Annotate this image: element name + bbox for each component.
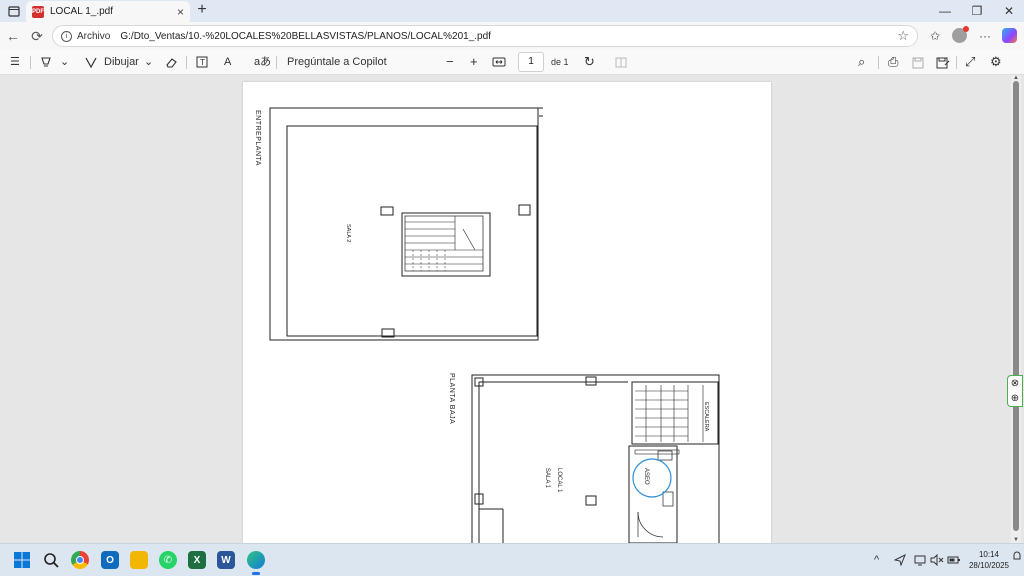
scrollbar-thumb[interactable]: [1013, 81, 1019, 531]
clock-time: 10:14: [978, 550, 1000, 559]
back-button[interactable]: ←: [4, 27, 22, 45]
tab-local-pdf[interactable]: PDF LOCAL 1_.pdf ×: [26, 1, 190, 22]
two-page-icon[interactable]: [614, 53, 628, 71]
notification-bell-icon[interactable]: [1012, 550, 1022, 565]
address-url[interactable]: G:/Dto_Ventas/10.-%20LOCALES%20BELLASVIS…: [120, 31, 897, 42]
volume-muted-icon[interactable]: [930, 553, 944, 569]
draw-button[interactable]: Dibujar: [104, 53, 139, 71]
chrome-icon[interactable]: [71, 551, 89, 569]
reload-button[interactable]: ⟳: [28, 27, 46, 45]
tray-overflow-icon[interactable]: ^: [874, 554, 879, 566]
pdf-file-icon: PDF: [32, 5, 44, 18]
contents-icon[interactable]: ☰: [10, 53, 20, 71]
pdf-page: ENTREPLANTA SALA 2 PLANTA BAJA LOCAL 1 S…: [243, 82, 771, 543]
toolbar-divider: [186, 56, 187, 69]
network-icon[interactable]: [914, 554, 926, 569]
rotate-button[interactable]: ↻: [584, 53, 595, 71]
vertical-scrollbar[interactable]: ▲ ▼: [1011, 75, 1021, 543]
text-box-icon[interactable]: T: [195, 53, 209, 71]
stairwell-upper: [401, 212, 491, 277]
escalera-label: ESCALERA: [703, 402, 709, 432]
restore-button[interactable]: ❐: [962, 2, 992, 20]
draw-icon[interactable]: [84, 53, 98, 71]
eraser-icon[interactable]: [164, 53, 178, 71]
page-number-input[interactable]: 1: [518, 52, 544, 72]
fullscreen-icon[interactable]: ⤢: [965, 53, 975, 71]
tab-actions-icon[interactable]: [6, 3, 22, 19]
system-clock[interactable]: 10:14 28/10/2025: [962, 549, 1016, 571]
edge-icon[interactable]: [247, 551, 265, 575]
tab-close-button[interactable]: ×: [177, 5, 184, 19]
start-windows-icon[interactable]: [13, 551, 31, 569]
more-menu-button[interactable]: ···: [976, 27, 994, 45]
pdf-viewer[interactable]: ENTREPLANTA SALA 2 PLANTA BAJA LOCAL 1 S…: [0, 75, 1024, 543]
draw-dropdown-icon[interactable]: ⌄: [144, 53, 153, 71]
pillar: [585, 376, 597, 386]
side-widget-add-icon[interactable]: ⊕: [1008, 391, 1022, 406]
side-widget-close-icon[interactable]: ⊗: [1008, 376, 1022, 391]
search-icon[interactable]: ⌕: [858, 53, 865, 71]
toolbar-divider: [878, 56, 879, 69]
toilet: [662, 491, 674, 507]
toolbar-divider: [276, 56, 277, 69]
battery-icon[interactable]: [947, 554, 961, 569]
sink: [657, 450, 673, 461]
minimize-button[interactable]: —: [930, 2, 960, 20]
pillar: [585, 495, 597, 506]
svg-text:T: T: [200, 58, 205, 67]
settings-gear-icon[interactable]: ⚙: [990, 53, 1002, 71]
info-icon[interactable]: i: [61, 30, 72, 42]
profile-avatar[interactable]: [952, 26, 969, 43]
tab-title: LOCAL 1_.pdf: [50, 6, 114, 17]
entreplanta-label: ENTREPLANTA: [254, 110, 261, 166]
whatsapp-icon[interactable]: ✆: [159, 551, 177, 569]
zoom-out-button[interactable]: −: [446, 53, 454, 71]
taskbar: O ✆ X W ^ 10:14 28/10/2025: [0, 543, 1024, 576]
door-swing: [637, 511, 664, 538]
ask-copilot-button[interactable]: Pregúntale a Copilot: [287, 53, 387, 71]
page-total: de 1: [551, 57, 569, 67]
sala-2-label: SALA 2: [345, 224, 351, 242]
floor-plan-drawing: ENTREPLANTA SALA 2 PLANTA BAJA LOCAL 1 S…: [254, 107, 720, 543]
location-icon[interactable]: [893, 553, 906, 569]
toolbar-divider: [30, 56, 31, 69]
file-explorer-icon[interactable]: [130, 551, 148, 569]
favorite-star-icon[interactable]: ☆: [897, 28, 909, 44]
tab-strip: PDF LOCAL 1_.pdf × + — ❐ ✕: [0, 0, 1024, 22]
side-widget[interactable]: ⊗ ⊕: [1007, 375, 1023, 407]
aseo-highlight-circle: [632, 458, 672, 498]
highlight-dropdown-icon[interactable]: ⌄: [60, 53, 69, 71]
aseo-label: ASEO: [643, 468, 649, 485]
zoom-in-button[interactable]: +: [470, 53, 478, 71]
toolbar-divider: [956, 56, 957, 69]
sala-1-label: SALA 1: [544, 468, 550, 489]
excel-icon[interactable]: X: [188, 551, 206, 569]
fit-page-icon[interactable]: [492, 53, 506, 71]
clock-date: 28/10/2025: [968, 561, 1010, 570]
navigation-bar: ← ⟳ i Archivo G:/Dto_Ventas/10.-%20LOCAL…: [0, 22, 1024, 50]
read-aloud-icon[interactable]: A: [224, 53, 231, 71]
address-scheme: Archivo: [77, 30, 111, 42]
translate-icon[interactable]: aあ: [254, 53, 271, 71]
close-window-button[interactable]: ✕: [994, 2, 1024, 20]
search-taskbar-icon[interactable]: [42, 551, 60, 569]
pdf-toolbar: ☰ ⌄ Dibujar ⌄ T A aあ Pregúntale a Copilo…: [0, 50, 1024, 75]
entreplanta-inner-wall: [286, 125, 538, 337]
highlight-icon[interactable]: [40, 53, 52, 71]
copilot-icon[interactable]: [1002, 28, 1017, 43]
planta-baja-label: PLANTA BAJA: [448, 373, 455, 424]
pillar: [380, 206, 394, 216]
local-1-label: LOCAL 1: [556, 468, 562, 493]
address-bar[interactable]: i Archivo G:/Dto_Ventas/10.-%20LOCALES%2…: [52, 25, 918, 47]
pillar: [518, 204, 531, 216]
outlook-icon[interactable]: O: [101, 551, 119, 569]
print-icon[interactable]: ⎙: [888, 53, 898, 71]
aseo-room: [628, 445, 678, 543]
save-icon[interactable]: [912, 53, 924, 71]
collections-icon[interactable]: ✩: [926, 27, 944, 45]
word-icon[interactable]: W: [217, 551, 235, 569]
save-as-icon[interactable]: [936, 53, 950, 71]
entreplanta-outer-wall: [269, 107, 539, 341]
new-tab-button[interactable]: +: [194, 2, 210, 18]
